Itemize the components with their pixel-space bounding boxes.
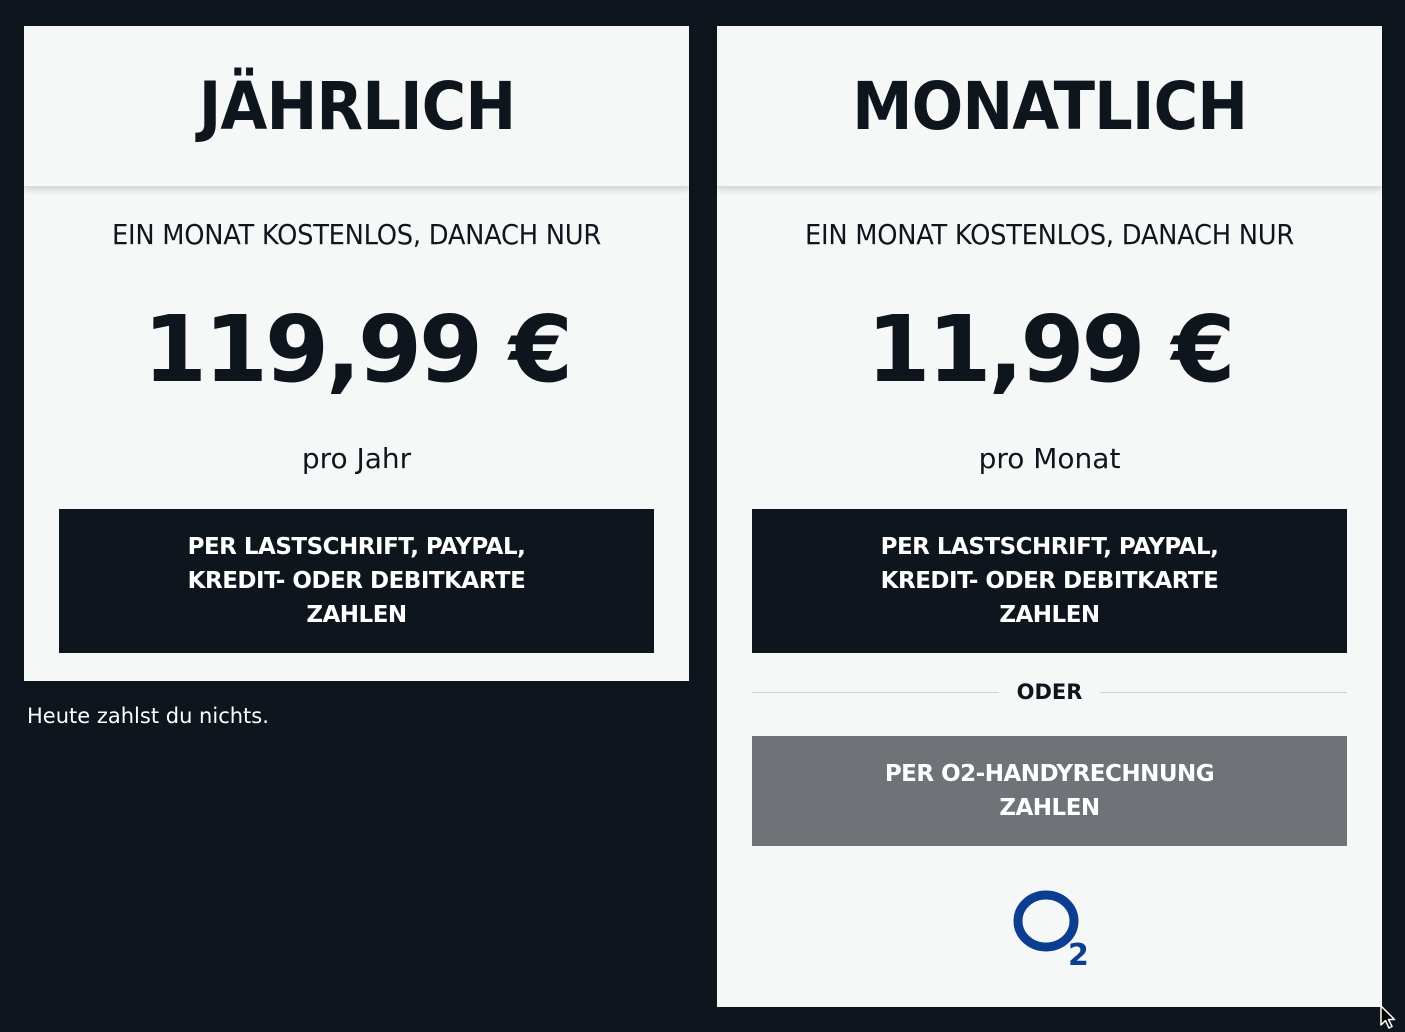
plan-title: MONATLICH — [852, 67, 1248, 145]
plan-intro: EIN MONAT KOSTENLOS, DANACH NUR — [112, 218, 601, 251]
svg-text:2: 2 — [1068, 938, 1089, 971]
plan-card-monthly: MONATLICH EIN MONAT KOSTENLOS, DANACH NU… — [717, 26, 1382, 1007]
plan-header: MONATLICH — [717, 26, 1382, 187]
plan-price: 119,99 € — [142, 296, 573, 403]
divider-label: ODER — [1016, 680, 1083, 704]
pay-o2-bill-button[interactable]: PER O2-HANDYRECHNUNG ZAHLEN — [752, 736, 1347, 846]
plan-period: pro Monat — [978, 442, 1121, 475]
pay-card-button[interactable]: PER LASTSCHRIFT, PAYPAL, KREDIT- ODER DE… — [752, 509, 1347, 653]
pay-card-button[interactable]: PER LASTSCHRIFT, PAYPAL, KREDIT- ODER DE… — [59, 509, 654, 653]
plan-period: pro Jahr — [301, 442, 412, 475]
plan-title: JÄHRLICH — [198, 67, 515, 145]
or-divider: ODER — [752, 680, 1347, 704]
plan-card-yearly: JÄHRLICH EIN MONAT KOSTENLOS, DANACH NUR… — [24, 26, 689, 681]
divider-line — [1100, 691, 1347, 693]
today-free-note: Heute zahlst du nichts. — [27, 704, 269, 728]
plan-header: JÄHRLICH — [24, 26, 689, 187]
divider-line — [752, 691, 999, 693]
mouse-pointer-icon — [1380, 1005, 1396, 1029]
plan-price: 11,99 € — [866, 296, 1235, 403]
plan-intro: EIN MONAT KOSTENLOS, DANACH NUR — [805, 218, 1294, 251]
o2-logo-icon: 2 — [1013, 890, 1089, 971]
